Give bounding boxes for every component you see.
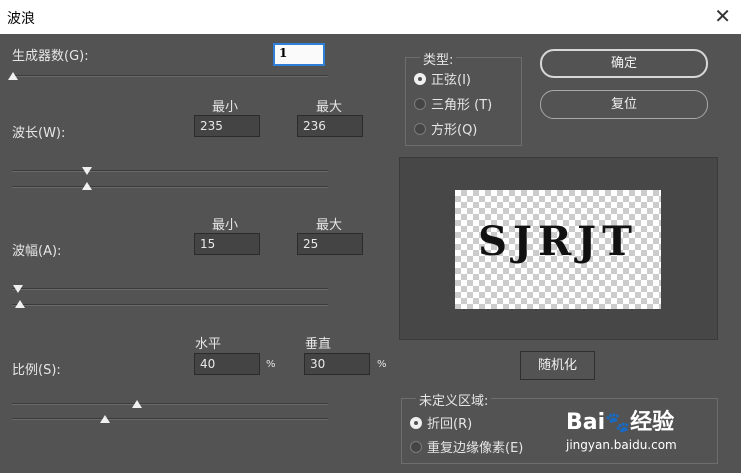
radio-selected-icon (414, 72, 426, 85)
wavelength-label: 波长(W): (12, 126, 66, 141)
amplitude-min-input[interactable]: 15 (194, 233, 260, 255)
amplitude-max-slider-track[interactable] (12, 304, 328, 306)
generators-slider-track[interactable] (12, 75, 328, 77)
watermark-brand-suffix: 经验 (630, 410, 675, 435)
amplitude-max-header: 最大 (316, 218, 343, 233)
watermark-url: jingyan.baidu.com (566, 438, 677, 452)
wavelength-min-input[interactable]: 235 (194, 115, 260, 137)
wrap-around-radio[interactable]: 折回(R) (410, 413, 472, 432)
wavelength-max-header: 最大 (316, 100, 343, 115)
radio-selected-icon (410, 416, 422, 429)
ok-button[interactable]: 确定 (540, 49, 708, 78)
radio-unselected-icon (410, 440, 422, 453)
scale-vertical-slider-track[interactable] (12, 418, 328, 420)
repeat-edge-pixels-label: 重复边缘像素(E) (427, 441, 524, 456)
title-bar: 波浪 ✕ (0, 0, 741, 34)
wrap-around-label: 折回(R) (427, 417, 473, 432)
wavelength-min-slider-thumb[interactable] (82, 167, 92, 175)
randomize-button[interactable]: 随机化 (520, 351, 595, 380)
repeat-edge-pixels-radio[interactable]: 重复边缘像素(E) (410, 437, 523, 456)
amplitude-min-slider-track[interactable] (12, 288, 328, 290)
baidu-jingyan-watermark: Bai🐾经验 jingyan.baidu.com (566, 404, 677, 452)
scale-vertical-unit: % (377, 359, 387, 370)
type-sine-radio[interactable]: 正弦(I) (414, 69, 471, 88)
wavelength-min-slider-track[interactable] (12, 170, 328, 172)
scale-horizontal-unit: % (266, 359, 276, 370)
preview-panel: SJRJT (399, 157, 718, 340)
scale-horizontal-header: 水平 (195, 337, 222, 352)
radio-unselected-icon (414, 122, 426, 135)
wavelength-max-slider-track[interactable] (12, 186, 328, 188)
wavelength-max-slider-thumb[interactable] (82, 182, 92, 190)
scale-horizontal-slider-track[interactable] (12, 403, 328, 405)
type-triangle-radio[interactable]: 三角形 (T) (414, 94, 492, 113)
type-triangle-label: 三角形 (T) (431, 98, 493, 113)
generators-slider-thumb[interactable] (8, 72, 18, 80)
wavelength-max-input[interactable]: 236 (297, 115, 363, 137)
scale-horizontal-slider-thumb[interactable] (132, 400, 142, 408)
window-title: 波浪 (7, 11, 35, 27)
scale-horizontal-input[interactable]: 40 (194, 353, 260, 375)
watermark-brand: Bai🐾经验 (566, 404, 677, 436)
close-icon[interactable]: ✕ (714, 4, 731, 28)
type-sine-label: 正弦(I) (431, 73, 471, 88)
undefined-area-group-title: 未定义区域: (416, 390, 492, 409)
scale-vertical-slider-thumb[interactable] (100, 415, 110, 423)
type-square-radio[interactable]: 方形(Q) (414, 119, 477, 138)
preview-text: SJRJT (478, 218, 638, 265)
amplitude-max-slider-thumb[interactable] (15, 300, 25, 308)
amplitude-max-input[interactable]: 25 (297, 233, 363, 255)
reset-button[interactable]: 复位 (540, 90, 708, 119)
scale-vertical-header: 垂直 (305, 337, 332, 352)
generators-input[interactable]: 1 (273, 43, 325, 66)
type-group-title: 类型: (420, 49, 457, 68)
type-square-label: 方形(Q) (431, 123, 478, 138)
scale-label: 比例(S): (12, 363, 61, 378)
scale-vertical-input[interactable]: 30 (304, 353, 370, 375)
amplitude-label: 波幅(A): (12, 244, 62, 259)
wavelength-min-header: 最小 (212, 100, 239, 115)
amplitude-min-slider-thumb[interactable] (13, 285, 23, 293)
preview-canvas: SJRJT (455, 190, 661, 309)
watermark-brand-text: Bai (566, 410, 606, 435)
radio-unselected-icon (414, 97, 426, 110)
amplitude-min-header: 最小 (212, 218, 239, 233)
paw-logo-icon: 🐾 (605, 410, 631, 434)
generators-label: 生成器数(G): (12, 49, 89, 64)
